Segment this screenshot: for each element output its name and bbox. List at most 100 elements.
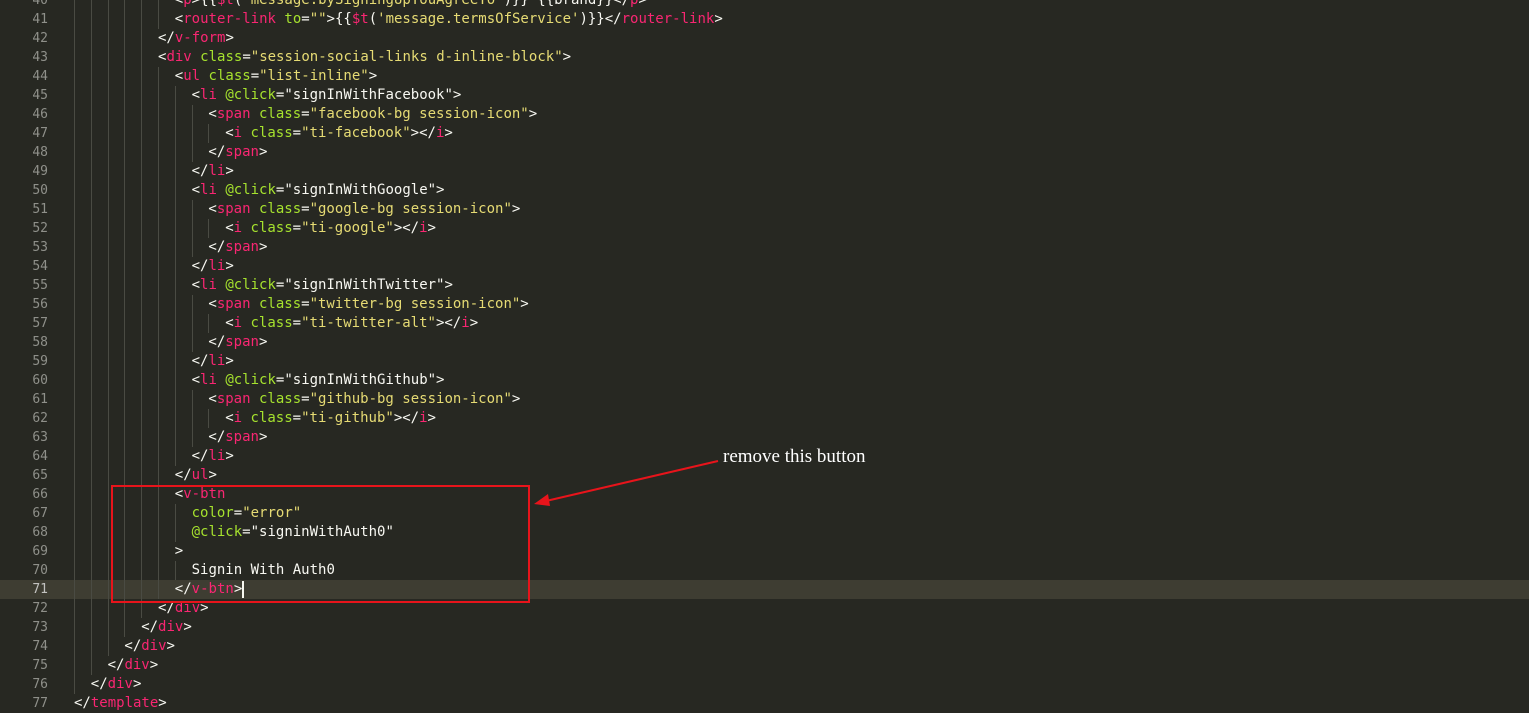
indent-guide [141, 409, 143, 428]
code-line[interactable]: 44 <ul class="list-inline"> [0, 67, 1529, 86]
code-line[interactable]: 75 </div> [0, 656, 1529, 675]
line-number: 60 [32, 373, 48, 388]
indent-guide [191, 105, 193, 124]
code-line[interactable]: 59 </li> [0, 352, 1529, 371]
code-line[interactable]: 40 <p>{{$t('message.bySigningUpYouAgreeTo… [0, 0, 1529, 10]
indent-guide [74, 105, 75, 124]
indent-guide [141, 200, 143, 219]
indent-guide [90, 105, 92, 124]
indent-guide [107, 466, 109, 485]
code-text: <ul class="list-inline"> [174, 68, 378, 84]
code-line[interactable]: 56 <span class="twitter-bg session-icon"> [0, 295, 1529, 314]
code-text: </li> [191, 163, 234, 179]
indent-guide [158, 67, 159, 86]
indent-guide [107, 162, 109, 181]
indent-guide [124, 257, 126, 276]
code-line[interactable]: 74 </div> [0, 637, 1529, 656]
code-line[interactable]: 41 <router-link to="">{{$t('message.terms… [0, 10, 1529, 29]
indent-guide [158, 447, 159, 466]
indent-guide [107, 124, 109, 143]
code-line[interactable]: 45 <li @click="signInWithFacebook"> [0, 86, 1529, 105]
indent-guide [158, 162, 159, 181]
indent-guide [174, 314, 176, 333]
code-line[interactable]: 48 </span> [0, 143, 1529, 162]
indent-guide [74, 390, 75, 409]
code-line[interactable]: 51 <span class="google-bg session-icon"> [0, 200, 1529, 219]
code-line[interactable]: 60 <li @click="signInWithGithub"> [0, 371, 1529, 390]
code-line[interactable]: 62 <i class="ti-github"></i> [0, 409, 1529, 428]
indent-guide [90, 542, 92, 561]
code-line[interactable]: 61 <span class="github-bg session-icon"> [0, 390, 1529, 409]
indent-guide [90, 333, 92, 352]
code-text: </div> [124, 638, 175, 654]
code-line[interactable]: 42 </v-form> [0, 29, 1529, 48]
indent-guide [90, 618, 92, 637]
indent-guide [141, 314, 143, 333]
indent-guide [124, 238, 126, 257]
indent-guide [74, 675, 75, 694]
line-number: 72 [32, 601, 48, 616]
code-text: </div> [141, 619, 192, 635]
indent-guide [107, 390, 109, 409]
indent-guide [124, 67, 126, 86]
line-number: 40 [32, 0, 48, 8]
code-line[interactable]: 54 </li> [0, 257, 1529, 276]
line-number: 77 [32, 696, 48, 711]
indent-guide [107, 257, 109, 276]
indent-guide [74, 409, 75, 428]
indent-guide [191, 219, 193, 238]
code-line[interactable]: 77 </template> [0, 694, 1529, 713]
code-line[interactable]: 50 <li @click="signInWithGoogle"> [0, 181, 1529, 200]
indent-guide [124, 48, 126, 67]
line-number: 50 [32, 183, 48, 198]
indent-guide [74, 29, 75, 48]
indent-guide [74, 599, 75, 618]
code-line[interactable]: 49 </li> [0, 162, 1529, 181]
indent-guide [74, 0, 75, 10]
indent-guide [158, 143, 159, 162]
line-number: 42 [32, 31, 48, 46]
line-number: 41 [32, 12, 48, 27]
indent-guide [107, 0, 109, 10]
code-text: </v-form> [158, 30, 234, 46]
code-line[interactable]: 57 <i class="ti-twitter-alt"></i> [0, 314, 1529, 333]
indent-guide [141, 67, 143, 86]
indent-guide [158, 238, 159, 257]
line-number: 66 [32, 487, 48, 502]
indent-guide [191, 238, 193, 257]
code-line[interactable]: 65 </ul> [0, 466, 1529, 485]
indent-guide [74, 618, 75, 637]
code-line[interactable]: 47 <i class="ti-facebook"></i> [0, 124, 1529, 143]
indent-guide [124, 105, 126, 124]
indent-guide [191, 200, 193, 219]
indent-guide [174, 295, 176, 314]
code-line[interactable]: 43 <div class="session-social-links d-inl… [0, 48, 1529, 67]
code-line[interactable]: 52 <i class="ti-google"></i> [0, 219, 1529, 238]
indent-guide [158, 409, 159, 428]
code-line[interactable]: 63 </span> [0, 428, 1529, 447]
code-line[interactable]: 58 </span> [0, 333, 1529, 352]
indent-guide [90, 485, 92, 504]
indent-guide [74, 67, 75, 86]
code-line[interactable]: 55 <li @click="signInWithTwitter"> [0, 276, 1529, 295]
code-text: <p>{{$t('message.bySigningUpYouAgreeTo')… [174, 0, 647, 8]
indent-guide [90, 656, 92, 675]
indent-guide [74, 656, 75, 675]
indent-guide [90, 162, 92, 181]
code-line[interactable]: 46 <span class="facebook-bg session-icon"… [0, 105, 1529, 124]
indent-guide [74, 257, 75, 276]
indent-guide [107, 580, 109, 599]
indent-guide [74, 219, 75, 238]
indent-guide [141, 238, 143, 257]
indent-guide [90, 10, 92, 29]
indent-guide [158, 257, 159, 276]
code-line[interactable]: 53 </span> [0, 238, 1529, 257]
line-number: 46 [32, 107, 48, 122]
code-line[interactable]: 73 </div> [0, 618, 1529, 637]
indent-guide [74, 200, 75, 219]
indent-guide [90, 466, 92, 485]
code-text: <li @click="signInWithTwitter"> [191, 277, 453, 293]
indent-guide [90, 238, 92, 257]
line-number: 56 [32, 297, 48, 312]
code-line[interactable]: 76 </div> [0, 675, 1529, 694]
